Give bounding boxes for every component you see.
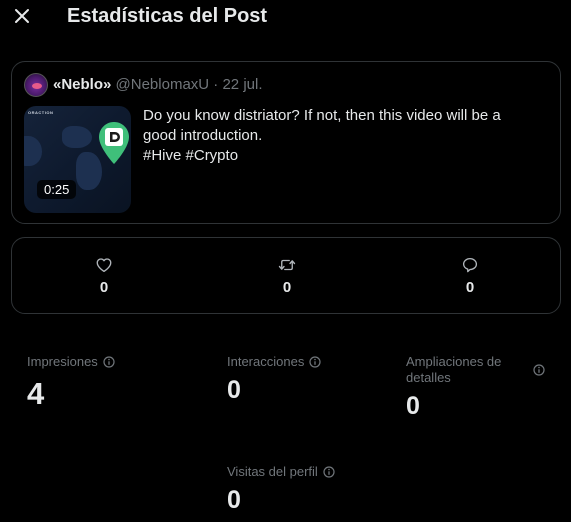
interactions-label: Interacciones xyxy=(227,354,305,369)
info-icon[interactable] xyxy=(103,356,115,368)
post-date[interactable]: 22 jul. xyxy=(222,76,262,93)
profile-visits-label: Visitas del perfil xyxy=(227,464,318,479)
detail-expands-value: 0 xyxy=(406,392,420,420)
reposts-count: 0 xyxy=(282,279,292,296)
info-icon[interactable] xyxy=(323,466,335,478)
repost-icon xyxy=(278,259,296,271)
interactions-value: 0 xyxy=(227,376,241,404)
impressions-metric: Impresiones 4 xyxy=(27,354,115,409)
map-shape xyxy=(24,136,42,166)
close-button[interactable] xyxy=(12,6,32,26)
post-text-line[interactable]: #Hive #Crypto xyxy=(143,146,543,166)
detail-expands-metric: Ampliaciones de detalles 0 xyxy=(406,354,556,419)
map-shape xyxy=(62,126,92,148)
engagement-card: 0 0 0 xyxy=(11,237,561,314)
interactions-metric: Interacciones 0 xyxy=(227,354,321,403)
post-text-line: Do you know distriator? If not, then thi… xyxy=(143,107,501,124)
profile-visits-label-row: Visitas del perfil xyxy=(227,464,335,480)
author-handle[interactable]: @NeblomaxU xyxy=(116,76,210,93)
header: Estadísticas del Post xyxy=(0,0,571,36)
likes-stat[interactable]: 0 xyxy=(84,256,124,296)
profile-visits-metric: Visitas del perfil 0 xyxy=(227,464,335,513)
info-icon[interactable] xyxy=(309,356,321,368)
impressions-value: 4 xyxy=(27,376,45,411)
video-thumbnail[interactable]: ORACTION 0:25 xyxy=(24,106,131,213)
profile-visits-value: 0 xyxy=(227,486,241,514)
post-text-line: good introduction. xyxy=(143,127,263,144)
avatar[interactable] xyxy=(24,73,48,97)
page-title: Estadísticas del Post xyxy=(67,5,268,27)
replies-stat[interactable]: 0 xyxy=(450,256,490,296)
post-text: Do you know distriator? If not, then thi… xyxy=(143,106,543,166)
replies-count: 0 xyxy=(465,279,475,296)
impressions-label-row: Impresiones xyxy=(27,354,115,370)
reply-bubble-icon xyxy=(462,257,478,273)
reposts-stat[interactable]: 0 xyxy=(267,256,307,296)
close-icon xyxy=(15,9,29,23)
post-preview-card[interactable]: «Neblo» @NeblomaxU · 22 jul. ORACTION 0:… xyxy=(11,61,561,224)
author-name[interactable]: «Neblo» xyxy=(53,76,111,93)
thumbnail-tag: ORACTION xyxy=(28,110,54,115)
separator: · xyxy=(213,76,219,93)
map-pin-icon xyxy=(99,122,129,164)
heart-icon xyxy=(96,258,112,273)
post-author-line: «Neblo» @NeblomaxU · 22 jul. xyxy=(53,76,263,93)
impressions-label: Impresiones xyxy=(27,354,98,369)
interactions-label-row: Interacciones xyxy=(227,354,321,370)
video-duration-badge: 0:25 xyxy=(37,180,77,199)
info-icon[interactable] xyxy=(533,364,545,376)
likes-count: 0 xyxy=(99,279,109,296)
